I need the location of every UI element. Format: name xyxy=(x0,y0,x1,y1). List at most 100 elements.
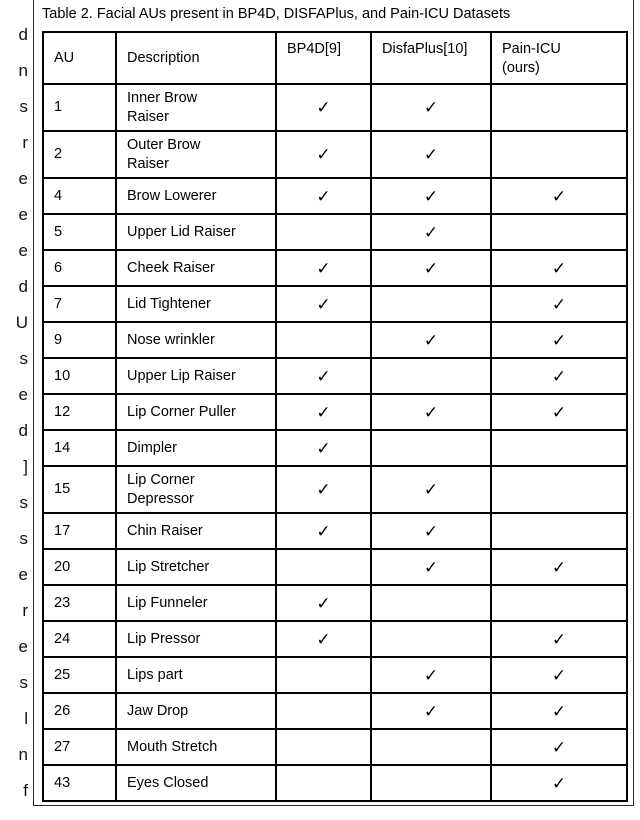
cell-au-description: Nose wrinkler xyxy=(115,321,277,359)
page-left-gutter-text: d n s r e e e d Us e d] s s e r e s l n f xyxy=(0,0,30,820)
cell-disfaplus-check-empty xyxy=(370,728,492,766)
cell-bp4d-check-empty xyxy=(275,692,372,730)
column-header-pain-icu-line1: Pain-ICU xyxy=(502,41,561,57)
cell-au-description-line1: Upper Lid Raiser xyxy=(127,223,236,240)
cell-disfaplus-check: ✓ xyxy=(370,393,492,431)
cell-bp4d-check: ✓ xyxy=(275,429,372,467)
gutter-text-fragment: U xyxy=(15,313,28,332)
cell-disfaplus-check: ✓ xyxy=(370,512,492,550)
cell-au-description-line1: Lid Tightener xyxy=(127,295,211,312)
cell-au-number: 25 xyxy=(42,656,117,694)
gutter-text-fragment: e xyxy=(18,169,28,188)
gutter-text-fragment: s xyxy=(19,673,29,692)
cell-au-number: 7 xyxy=(42,285,117,323)
cell-au-description: Lip Corner Depressor xyxy=(115,465,277,514)
gutter-text-fragment: d xyxy=(18,421,28,440)
cell-au-description: Upper Lip Raiser xyxy=(115,357,277,395)
cell-au-description: Lip Funneler xyxy=(115,584,277,622)
cell-au-description-line1: Jaw Drop xyxy=(127,702,189,719)
table-body: 1 Inner Brow Raiser ✓ ✓ 2 Outer Brow Raiser ✓ ✓ 4 B… xyxy=(42,83,628,802)
cell-bp4d-check-empty xyxy=(275,728,372,766)
table-row: 5 Upper Lid Raiser ✓ xyxy=(42,213,628,251)
cell-bp4d-check: ✓ xyxy=(275,285,372,323)
cell-bp4d-check: ✓ xyxy=(275,83,372,132)
gutter-text-fragment: r xyxy=(22,133,28,152)
cell-disfaplus-check: ✓ xyxy=(370,130,492,179)
cell-au-number: 14 xyxy=(42,429,117,467)
gutter-text-fragment: s xyxy=(19,349,29,368)
cell-au-description-line1: Dimpler xyxy=(127,439,177,456)
cell-au-description: Jaw Drop xyxy=(115,692,277,730)
gutter-text-fragment: e xyxy=(18,565,28,584)
cell-au-description: Inner Brow Raiser xyxy=(115,83,277,132)
table-row: 6 Cheek Raiser ✓ ✓ ✓ xyxy=(42,249,628,287)
table-row: 20 Lip Stretcher ✓ ✓ xyxy=(42,548,628,586)
cell-pain-icu-check: ✓ xyxy=(490,285,628,323)
cell-au-number: 17 xyxy=(42,512,117,550)
cell-au-description-line1: Chin Raiser xyxy=(127,522,203,539)
gutter-text-fragment: s xyxy=(19,493,29,512)
cell-au-description-line1: Lip Pressor xyxy=(127,630,201,647)
cell-pain-icu-check: ✓ xyxy=(490,764,628,802)
column-header-au: AU xyxy=(42,31,117,85)
table-row: 10 Upper Lip Raiser ✓ ✓ xyxy=(42,357,628,395)
cell-au-description-line1: Eyes Closed xyxy=(127,774,209,791)
cell-bp4d-check: ✓ xyxy=(275,465,372,514)
column-header-bp4d: BP4D[9] xyxy=(275,31,372,85)
cell-bp4d-check-empty xyxy=(275,764,372,802)
cell-disfaplus-check: ✓ xyxy=(370,249,492,287)
cell-au-description: Dimpler xyxy=(115,429,277,467)
cell-pain-icu-check: ✓ xyxy=(490,728,628,766)
cell-pain-icu-check: ✓ xyxy=(490,177,628,215)
cell-pain-icu-check: ✓ xyxy=(490,692,628,730)
column-header-pain-icu-line2: (ours) xyxy=(502,59,540,76)
column-header-disfaplus: DisfaPlus[10] xyxy=(370,31,492,85)
cell-au-description: Lip Corner Puller xyxy=(115,393,277,431)
table-row: 15 Lip Corner Depressor ✓ ✓ xyxy=(42,465,628,514)
table-row: 26 Jaw Drop ✓ ✓ xyxy=(42,692,628,730)
gutter-text-fragment: d xyxy=(18,25,28,44)
cell-au-description: Eyes Closed xyxy=(115,764,277,802)
cell-disfaplus-check: ✓ xyxy=(370,692,492,730)
table-header: AU Description BP4D[9] DisfaPlus[10] Pai… xyxy=(42,31,628,85)
cell-au-number: 24 xyxy=(42,620,117,658)
cell-au-description-line1: Lip Corner Puller xyxy=(127,403,236,420)
cell-au-number: 10 xyxy=(42,357,117,395)
cell-bp4d-check-empty xyxy=(275,321,372,359)
cell-au-description: Lip Stretcher xyxy=(115,548,277,586)
cell-pain-icu-check: ✓ xyxy=(490,321,628,359)
cell-disfaplus-check-empty xyxy=(370,285,492,323)
cell-au-description: Brow Lowerer xyxy=(115,177,277,215)
cell-au-description-line1: Cheek Raiser xyxy=(127,259,215,276)
cell-au-number: 1 xyxy=(42,83,117,132)
gutter-text-fragment: s xyxy=(19,97,29,116)
cell-bp4d-check: ✓ xyxy=(275,177,372,215)
cell-disfaplus-check-empty xyxy=(370,764,492,802)
cell-au-description-line1: Brow Lowerer xyxy=(127,187,217,204)
table-row: 43 Eyes Closed ✓ xyxy=(42,764,628,802)
gutter-text-fragment: e xyxy=(18,385,28,404)
cell-au-description-line1: Lips part xyxy=(127,666,183,683)
cell-au-description: Upper Lid Raiser xyxy=(115,213,277,251)
gutter-text-fragment: f xyxy=(23,781,28,800)
cell-au-description-line2: Raiser xyxy=(127,155,169,172)
cell-au-description: Lid Tightener xyxy=(115,285,277,323)
cell-bp4d-check-empty xyxy=(275,656,372,694)
column-header-pain-icu: Pain-ICU (ours) xyxy=(490,31,628,85)
table-header-row: AU Description BP4D[9] DisfaPlus[10] Pai… xyxy=(42,31,628,85)
cell-au-description-line1: Lip Funneler xyxy=(127,594,208,611)
table-caption: Table 2. Facial AUs present in BP4D, DIS… xyxy=(34,1,633,27)
table-row: 23 Lip Funneler ✓ xyxy=(42,584,628,622)
cell-bp4d-check: ✓ xyxy=(275,584,372,622)
cell-bp4d-check: ✓ xyxy=(275,512,372,550)
cell-pain-icu-check-empty xyxy=(490,465,628,514)
cell-disfaplus-check: ✓ xyxy=(370,548,492,586)
gutter-text-fragment: l xyxy=(24,709,28,728)
cell-bp4d-check: ✓ xyxy=(275,357,372,395)
cell-bp4d-check: ✓ xyxy=(275,393,372,431)
cell-pain-icu-check-empty xyxy=(490,429,628,467)
cell-pain-icu-check-empty xyxy=(490,83,628,132)
cell-pain-icu-check: ✓ xyxy=(490,393,628,431)
cell-au-description: Chin Raiser xyxy=(115,512,277,550)
gutter-text-fragment: r xyxy=(22,601,28,620)
